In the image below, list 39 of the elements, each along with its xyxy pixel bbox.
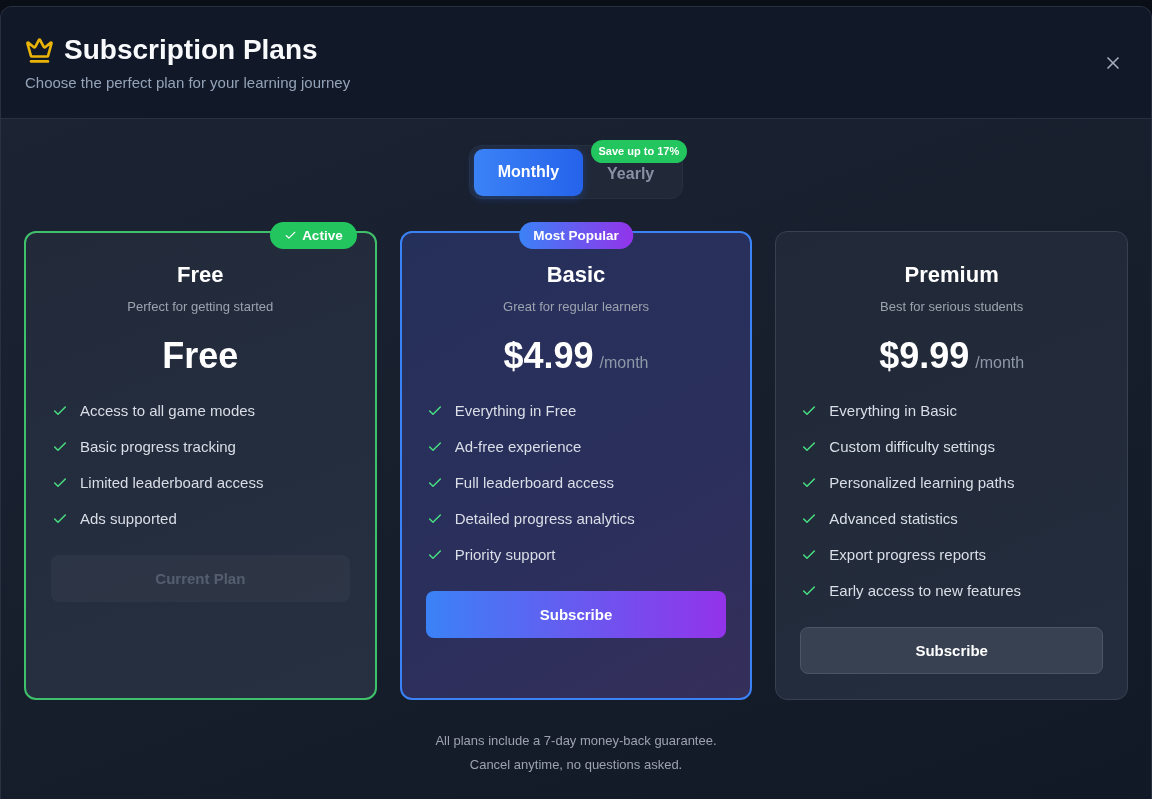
savings-badge: Save up to 17% <box>590 140 688 163</box>
subscribe-button[interactable]: Subscribe <box>800 627 1103 674</box>
footer-note: All plans include a 7-day money-back guarantee. <box>435 732 717 750</box>
billing-option[interactable]: Yearly <box>607 166 655 182</box>
plan-name: Premium <box>903 261 1000 289</box>
feature-text: Export progress reports <box>829 545 987 565</box>
plan-name: Free <box>176 261 225 289</box>
feature-text: Ad-free experience <box>454 437 582 457</box>
feature-text: Advanced statistics <box>829 509 958 529</box>
price-period: /month <box>975 354 1025 372</box>
feature-text: Limited leaderboard access <box>80 473 264 493</box>
plan-name: Basic <box>545 261 607 289</box>
feature-text: Basic progress tracking <box>80 437 236 457</box>
feature-text: Everything in Free <box>454 401 577 421</box>
feature-text: Access to all game modes <box>80 401 256 421</box>
footer-note: Cancel anytime, no questions asked. <box>469 756 683 774</box>
subscribe-button[interactable]: Subscribe <box>425 591 727 638</box>
feature-text: Ads supported <box>80 509 177 529</box>
feature-text: Custom difficulty settings <box>829 437 995 457</box>
feature-text: Full leaderboard access <box>454 473 614 493</box>
popular-badge: Most Popular <box>519 222 633 249</box>
check-icon <box>284 229 298 242</box>
feature-text: Detailed progress analytics <box>454 509 635 529</box>
plan-price: Free <box>162 334 239 378</box>
plan-tagline: Great for regular learners <box>502 298 650 316</box>
price-period: /month <box>599 354 649 372</box>
billing-option[interactable]: Monthly <box>473 148 584 196</box>
feature-text: Priority support <box>454 545 556 565</box>
feature-text: Everything in Basic <box>829 401 957 421</box>
feature-text: Personalized learning paths <box>829 473 1015 493</box>
plan-price: $9.99 <box>879 334 970 378</box>
plan-tagline: Best for serious students <box>879 298 1025 316</box>
plan-price: $4.99 <box>503 334 594 378</box>
crown-icon <box>25 35 54 65</box>
dialog-title: Subscription Plans <box>64 33 318 67</box>
plan-tagline: Perfect for getting started <box>126 298 275 316</box>
feature-text: Early access to new features <box>829 581 1022 601</box>
active-badge: Active <box>270 222 357 249</box>
dialog-subtitle: Choose the perfect plan for your learning journey <box>25 73 351 93</box>
